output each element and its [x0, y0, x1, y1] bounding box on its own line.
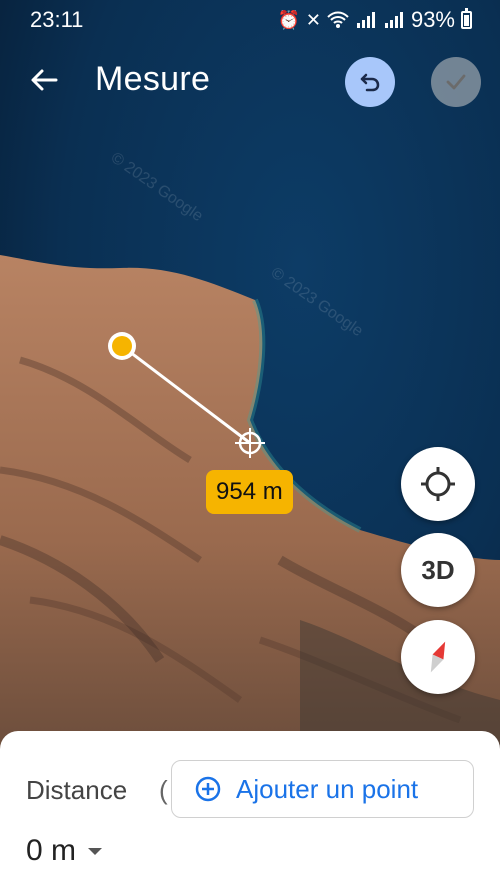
bottom-sheet: Distance ( Ajouter un point 0 m	[0, 731, 500, 889]
my-location-button[interactable]	[401, 447, 475, 521]
back-button[interactable]	[22, 58, 66, 102]
status-bar: 23:11 ⏰ ✕ 93%	[0, 0, 500, 40]
undo-button[interactable]	[345, 57, 395, 107]
add-circle-icon	[195, 776, 221, 802]
crosshair-icon	[421, 467, 455, 501]
wifi-icon	[327, 11, 349, 28]
toggle-3d-label: 3D	[421, 554, 455, 585]
mute-icon: ✕	[305, 9, 321, 30]
arrow-back-icon	[31, 69, 58, 91]
page-title: Mesure	[95, 60, 211, 98]
status-time: 23:11	[30, 7, 84, 32]
segment-length-label: 954 m	[206, 470, 293, 514]
total-distance-value: 0 m	[26, 834, 77, 867]
check-icon	[446, 74, 466, 90]
confirm-button[interactable]	[431, 57, 481, 107]
top-app-bar: Mesure	[0, 48, 500, 118]
signal-icon	[356, 12, 375, 28]
distance-label: Distance	[26, 775, 128, 805]
signal-icon	[384, 12, 403, 28]
toggle-3d-button[interactable]: 3D	[401, 533, 475, 607]
battery-icon	[461, 8, 472, 29]
alarm-icon: ⏰	[277, 9, 300, 30]
compass-button[interactable]	[401, 620, 475, 694]
add-point-button[interactable]: Ajouter un point	[171, 760, 474, 818]
undo-icon	[360, 73, 380, 92]
distance-label-clipped: (	[159, 775, 168, 805]
total-distance-selector[interactable]: 0 m	[26, 834, 103, 868]
dropdown-caret-icon	[88, 847, 103, 855]
compass-icon	[430, 641, 446, 673]
add-point-label: Ajouter un point	[236, 773, 419, 804]
battery-percent: 93%	[410, 7, 455, 32]
